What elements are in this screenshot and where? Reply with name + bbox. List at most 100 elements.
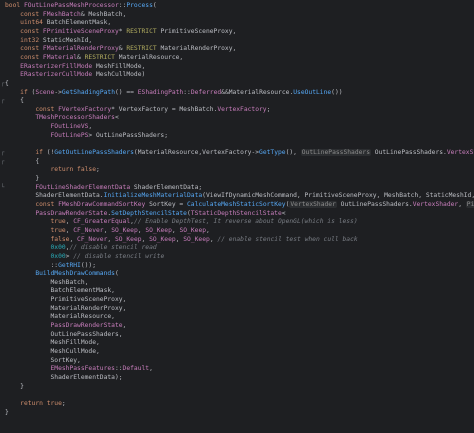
code-line[interactable]: } — [0, 409, 474, 418]
code-token: FMaterial — [42, 53, 78, 61]
code-line[interactable]: } — [0, 175, 474, 184]
code-token: < — [114, 114, 119, 122]
code-token: TStaticDepthStencilState — [190, 209, 282, 217]
code-line[interactable]: int32 StaticMeshId, — [0, 37, 474, 46]
code-line[interactable]: FOutLinePS> OutLinePassShaders; — [0, 132, 474, 141]
code-token: VertexShader — [446, 149, 474, 157]
code-line[interactable]: const FVertexFactory* VertexFactory = Me… — [0, 106, 474, 115]
code-token: MaterialRenderProxy, — [5, 304, 127, 312]
code-text: MeshFillMode, — [5, 339, 99, 348]
code-line[interactable]: bool FOutLinePassMeshProcessor::Process( — [0, 2, 474, 11]
code-line[interactable]: true, CF_Never, SO_Keep, SO_Keep, SO_Kee… — [0, 227, 474, 236]
code-text: OutLinePassShaders, — [5, 330, 123, 340]
code-line[interactable]: 0x00,// disable stencil read — [0, 244, 474, 253]
code-line[interactable]: ┌ { — [0, 158, 474, 167]
fold-marker[interactable] — [0, 391, 5, 400]
code-line[interactable]: ┌{ — [0, 80, 474, 89]
code-token: 0x00 — [5, 244, 66, 252]
code-token: FVertexFactory — [58, 105, 112, 113]
code-line[interactable]: return true; — [0, 400, 474, 409]
code-token: OutLinePassShaders. — [336, 200, 413, 208]
code-token: (), — [285, 149, 301, 157]
code-token: > OutLinePassShaders; — [88, 131, 169, 139]
code-line[interactable]: const FMeshDrawCommandSortKey SortKey = … — [0, 200, 474, 210]
fold-marker[interactable] — [0, 140, 5, 149]
code-line[interactable]: ShaderElementData.InitializeMeshMaterial… — [0, 192, 474, 201]
code-line[interactable]: const FMeshBatch& MeshBatch, — [0, 11, 474, 20]
code-line[interactable]: ShaderElementData); — [0, 374, 474, 383]
code-line[interactable]: BuildMeshDrawCommands( — [0, 270, 474, 279]
code-text: return true; — [5, 400, 66, 409]
code-line[interactable]: MeshCullMode, — [0, 348, 474, 357]
code-token: // disable stencil write — [73, 252, 165, 260]
code-line[interactable]: ┌ { — [0, 97, 474, 106]
code-text: const FMeshDrawCommandSortKey SortKey = … — [5, 200, 474, 210]
code-line[interactable]: ERasterizerFillMode MeshFillMode, — [0, 63, 474, 72]
code-token: :: — [5, 261, 59, 269]
code-token: (ViewIfDynamicMeshCommand, PrimitiveScen… — [202, 192, 474, 200]
code-token: // enable stencil test when cull back — [217, 235, 358, 243]
code-token: int32 — [5, 36, 43, 44]
code-line[interactable]: 0x00> // disable stencil write — [0, 253, 474, 262]
code-token: FMeshBatch — [42, 10, 81, 18]
code-line[interactable]: EMeshPassFeatures::Default, — [0, 365, 474, 374]
code-line[interactable]: const FMaterial& RESTRICT MaterialResour… — [0, 54, 474, 63]
code-line[interactable]: false, CF_Never, SO_Keep, SO_Keep, SO_Ke… — [0, 236, 474, 245]
code-token: GetRHI — [58, 261, 81, 269]
code-line[interactable]: PassDrawRenderState, — [0, 322, 474, 331]
code-token: && — [221, 88, 229, 96]
code-line[interactable]: PassDrawRenderState.SetDepthStencilState… — [0, 210, 474, 219]
code-token: 0x00 — [5, 252, 66, 260]
code-token: Scene — [35, 88, 55, 96]
code-token: (MaterialResource,VertexFactory-> — [133, 149, 260, 157]
code-line[interactable] — [0, 140, 474, 149]
code-text: } — [5, 175, 39, 184]
code-text: PassDrawRenderState, — [5, 322, 126, 331]
code-line[interactable]: ERasterizerCullMode MeshCullMode) — [0, 71, 474, 80]
code-token: } — [5, 408, 9, 416]
code-line[interactable]: MaterialRenderProxy, — [0, 305, 474, 314]
code-line[interactable]: OutLinePassShaders, — [0, 331, 474, 340]
code-token: , — [206, 226, 210, 234]
code-token: ()) — [331, 88, 343, 96]
code-line[interactable]: true, CF_GreaterEqual,// Enable DepthTes… — [0, 218, 474, 227]
code-line[interactable]: FOutLineVS, — [0, 123, 474, 132]
code-text: true, CF_Never, SO_Keep, SO_Keep, SO_Kee… — [5, 226, 210, 236]
code-line[interactable]: MaterialResource, — [0, 313, 474, 322]
code-line[interactable]: ┌ if (!GetOutLinePassShaders(MaterialRes… — [0, 149, 474, 158]
code-text: ERasterizerFillMode MeshFillMode, — [5, 63, 145, 72]
code-line[interactable]: TMeshProcessorShaders< — [0, 114, 474, 123]
code-line[interactable]: MeshFillMode, — [0, 339, 474, 348]
code-line[interactable]: uint64 BatchElementMask, — [0, 19, 474, 28]
code-text: 0x00,// disable stencil read — [5, 244, 156, 253]
code-line[interactable]: return false; — [0, 166, 474, 175]
code-token: GetOutLinePassShaders — [54, 149, 134, 157]
code-token: OutLinePassShaders, — [5, 330, 123, 338]
code-editor[interactable]: bool FOutLinePassMeshProcessor::Process(… — [0, 0, 474, 433]
code-text: { — [5, 80, 9, 89]
code-token: PrimitiveSceneProxy, — [5, 296, 127, 304]
code-line[interactable]: └ FOutLineShaderElementData ShaderElemen… — [0, 184, 474, 193]
code-text: PrimitiveSceneProxy, — [5, 296, 126, 305]
code-token: MeshBatch, — [5, 278, 89, 286]
code-line[interactable]: if (Scene->GetShadingPath() == EShadingP… — [0, 89, 474, 98]
code-line[interactable]: SortKey, — [0, 357, 474, 366]
code-token: & MeshBatch, — [80, 10, 127, 18]
code-line[interactable]: BatchElementMask, — [0, 287, 474, 296]
code-text: return false; — [5, 166, 99, 175]
code-line[interactable] — [0, 391, 474, 400]
code-token: EMeshPassFeatures — [5, 365, 115, 373]
code-line[interactable]: } — [0, 383, 474, 392]
code-token: true — [5, 218, 66, 226]
code-token: MeshCullMode) — [96, 71, 146, 79]
code-line[interactable]: MeshBatch, — [0, 279, 474, 288]
code-token: { — [5, 79, 9, 87]
code-text: const FMaterialRenderProxy& RESTRICT Mat… — [5, 45, 236, 54]
code-line[interactable]: const FPrimitiveSceneProxy* RESTRICT Pri… — [0, 28, 474, 37]
code-line[interactable]: ::GetRHI()); — [0, 262, 474, 271]
code-line[interactable]: PrimitiveSceneProxy, — [0, 296, 474, 305]
code-token: FOutLineShaderElementData — [5, 183, 134, 191]
code-line[interactable]: const FMaterialRenderProxy& RESTRICT Mat… — [0, 45, 474, 54]
code-text: if (!GetOutLinePassShaders(MaterialResou… — [5, 149, 474, 158]
code-text: if (Scene->GetShadingPath() == EShadingP… — [5, 88, 343, 98]
